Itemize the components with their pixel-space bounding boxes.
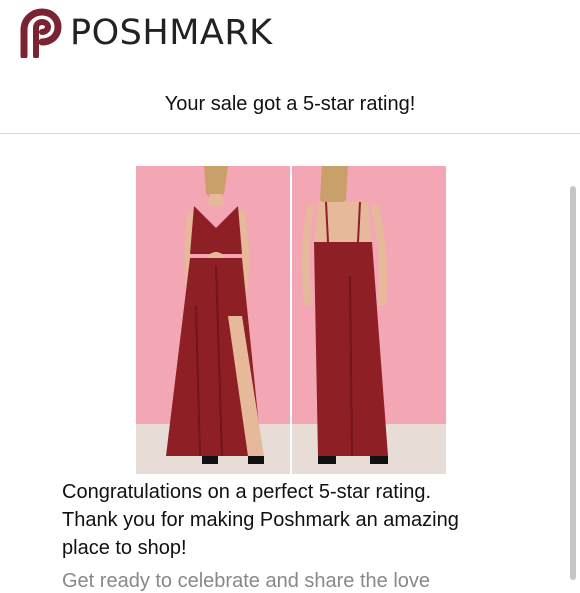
email-header: POSHMARK: [0, 0, 580, 70]
message-line-3: place to shop!: [62, 537, 187, 559]
message-line-1: Congratulations on a perfect 5-star rati…: [62, 481, 432, 503]
congratulations-message: Congratulations on a perfect 5-star rati…: [62, 478, 522, 562]
jumpsuit-front-photo[interactable]: [136, 166, 290, 474]
message-line-2: Thank you for making Poshmark an amazing: [62, 509, 459, 531]
rating-subject-line: Your sale got a 5-star rating!: [164, 93, 416, 115]
poshmark-logo-icon[interactable]: [14, 8, 62, 58]
cutoff-text: Get ready to celebrate and share the lov…: [62, 570, 431, 592]
listing-photos[interactable]: [136, 166, 446, 474]
jumpsuit-back-photo[interactable]: [292, 166, 446, 474]
header-divider: [0, 133, 580, 134]
scrollbar[interactable]: [570, 186, 576, 580]
brand-name[interactable]: POSHMARK: [70, 13, 273, 53]
